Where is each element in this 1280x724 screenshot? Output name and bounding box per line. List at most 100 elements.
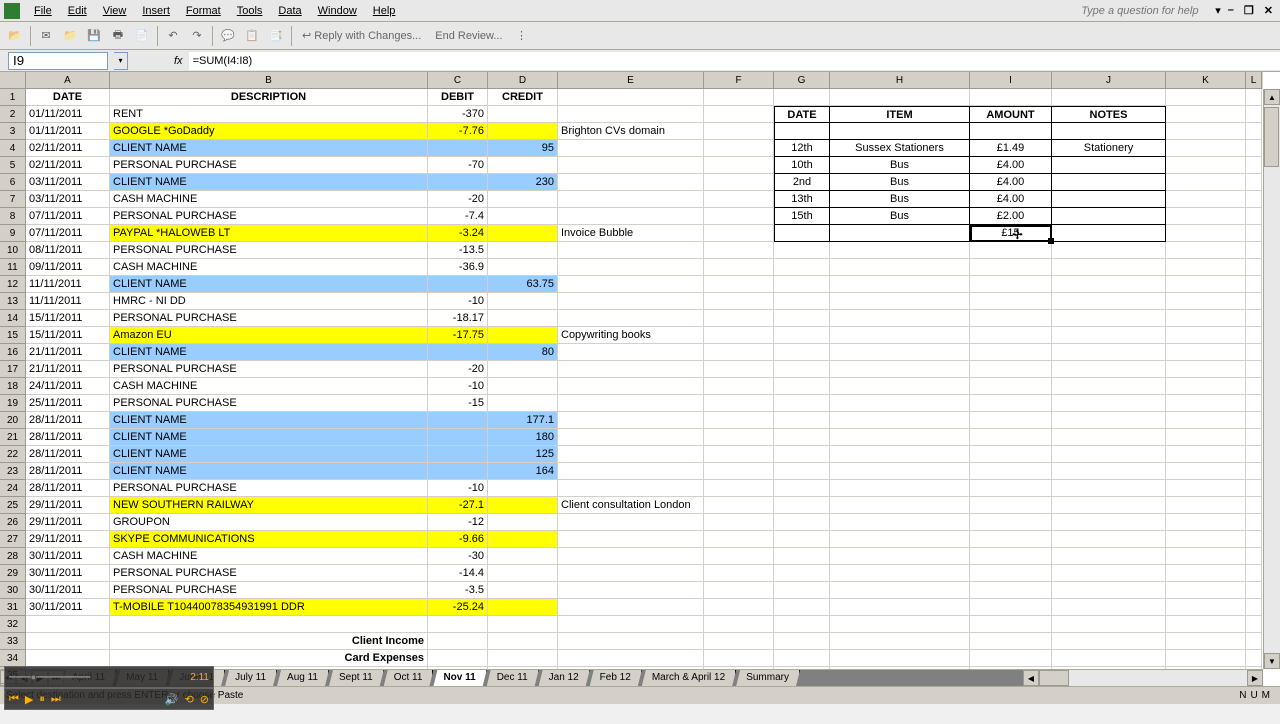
- scroll-up-icon[interactable]: ▲: [1264, 89, 1280, 105]
- cell[interactable]: -14.4: [428, 565, 488, 582]
- cell[interactable]: [774, 310, 830, 327]
- col-header-H[interactable]: H: [830, 72, 970, 89]
- cell[interactable]: [488, 480, 558, 497]
- cell[interactable]: [558, 276, 704, 293]
- cell[interactable]: [1246, 582, 1262, 599]
- cell[interactable]: [1166, 378, 1246, 395]
- cell[interactable]: [488, 599, 558, 616]
- row-header-11[interactable]: 11: [0, 259, 26, 276]
- cell[interactable]: [428, 633, 488, 650]
- cell[interactable]: [970, 276, 1052, 293]
- cell[interactable]: Copywriting books: [558, 327, 704, 344]
- cell[interactable]: NOTES: [1052, 106, 1166, 123]
- cell[interactable]: [830, 633, 970, 650]
- cell[interactable]: [830, 565, 970, 582]
- cell[interactable]: [1166, 157, 1246, 174]
- cell[interactable]: [830, 259, 970, 276]
- cell[interactable]: [1052, 242, 1166, 259]
- cell[interactable]: [1246, 106, 1262, 123]
- cell[interactable]: PERSONAL PURCHASE: [110, 582, 428, 599]
- cell[interactable]: [970, 429, 1052, 446]
- row-header-25[interactable]: 25: [0, 497, 26, 514]
- cell[interactable]: [704, 242, 774, 259]
- cell[interactable]: [704, 650, 774, 667]
- cell[interactable]: [774, 429, 830, 446]
- cell[interactable]: [558, 242, 704, 259]
- print-icon[interactable]: 🖶: [107, 25, 129, 47]
- row-header-33[interactable]: 33: [0, 633, 26, 650]
- cell[interactable]: [774, 616, 830, 633]
- cell[interactable]: [488, 395, 558, 412]
- scroll-left-icon[interactable]: ◀: [1023, 670, 1039, 686]
- cell[interactable]: [704, 157, 774, 174]
- cell[interactable]: [970, 310, 1052, 327]
- cell[interactable]: 12th: [774, 140, 830, 157]
- cell[interactable]: 07/11/2011: [26, 225, 110, 242]
- cell[interactable]: [1246, 463, 1262, 480]
- cell[interactable]: [704, 191, 774, 208]
- cell[interactable]: 03/11/2011: [26, 191, 110, 208]
- cell[interactable]: 21/11/2011: [26, 344, 110, 361]
- cell[interactable]: [428, 140, 488, 157]
- cell[interactable]: CASH MACHINE: [110, 378, 428, 395]
- cell[interactable]: [1166, 497, 1246, 514]
- restore-button[interactable]: ❐: [1241, 4, 1257, 17]
- pause-icon[interactable]: ⏸: [39, 693, 45, 706]
- cell[interactable]: [1052, 531, 1166, 548]
- cell[interactable]: AMOUNT: [970, 106, 1052, 123]
- cell[interactable]: [1246, 327, 1262, 344]
- menu-edit[interactable]: Edit: [60, 3, 95, 19]
- spreadsheet-grid[interactable]: ABCDEFGHIJKL 123456789101112131415161718…: [0, 72, 1280, 686]
- cell[interactable]: -17.75: [428, 327, 488, 344]
- cell[interactable]: -27.1: [428, 497, 488, 514]
- cell[interactable]: 24/11/2011: [26, 378, 110, 395]
- cell[interactable]: [830, 123, 970, 140]
- cell[interactable]: [428, 174, 488, 191]
- sheet-tab-feb-12[interactable]: Feb 12: [590, 670, 642, 686]
- cell[interactable]: NEW SOUTHERN RAILWAY: [110, 497, 428, 514]
- cell[interactable]: [1052, 89, 1166, 106]
- page-icon[interactable]: 📄: [131, 25, 153, 47]
- cell[interactable]: [774, 123, 830, 140]
- cell[interactable]: [1052, 344, 1166, 361]
- cell[interactable]: [488, 514, 558, 531]
- cell[interactable]: HMRC - NI DD: [110, 293, 428, 310]
- cell[interactable]: [704, 106, 774, 123]
- cell[interactable]: [558, 463, 704, 480]
- cell[interactable]: 2nd: [774, 174, 830, 191]
- cell[interactable]: [1166, 89, 1246, 106]
- cell[interactable]: [970, 633, 1052, 650]
- cell[interactable]: [558, 106, 704, 123]
- col-header-F[interactable]: F: [704, 72, 774, 89]
- cancel-icon[interactable]: ⊘: [200, 693, 209, 706]
- cell[interactable]: -15: [428, 395, 488, 412]
- cell[interactable]: 01/11/2011: [26, 106, 110, 123]
- cell[interactable]: PERSONAL PURCHASE: [110, 395, 428, 412]
- cell[interactable]: [1052, 225, 1166, 242]
- cell[interactable]: [558, 293, 704, 310]
- cell[interactable]: [1246, 616, 1262, 633]
- cell[interactable]: 02/11/2011: [26, 140, 110, 157]
- col-header-J[interactable]: J: [1052, 72, 1166, 89]
- row-header-15[interactable]: 15: [0, 327, 26, 344]
- cell[interactable]: [1166, 429, 1246, 446]
- cell[interactable]: -370: [428, 106, 488, 123]
- cell[interactable]: [774, 259, 830, 276]
- cell[interactable]: [1246, 174, 1262, 191]
- cell[interactable]: [830, 89, 970, 106]
- cell[interactable]: Bus: [830, 157, 970, 174]
- cell[interactable]: [1052, 599, 1166, 616]
- cell[interactable]: £1.49: [970, 140, 1052, 157]
- cell[interactable]: [558, 412, 704, 429]
- cell[interactable]: [1166, 599, 1246, 616]
- sheet-tab-march-&-april-12[interactable]: March & April 12: [642, 670, 736, 686]
- cell[interactable]: [1052, 463, 1166, 480]
- cell[interactable]: -70: [428, 157, 488, 174]
- cell[interactable]: CLIENT NAME: [110, 412, 428, 429]
- reply-button[interactable]: ↩ Reply with Changes...: [296, 29, 427, 42]
- cell[interactable]: [704, 633, 774, 650]
- cell[interactable]: [830, 531, 970, 548]
- cell[interactable]: [558, 531, 704, 548]
- cell[interactable]: [1246, 361, 1262, 378]
- formula-input[interactable]: [189, 52, 1280, 70]
